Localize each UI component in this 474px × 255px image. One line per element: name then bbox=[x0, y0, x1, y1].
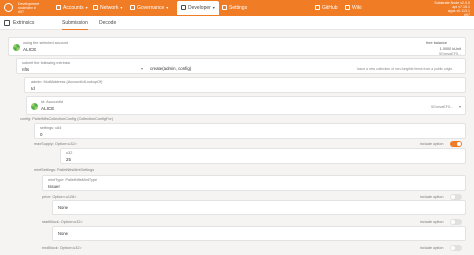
chevron-down-icon: ▾ bbox=[85, 5, 88, 10]
startblock-include-toggle[interactable] bbox=[450, 219, 462, 225]
startblock-label: startBlock: Option<u32> bbox=[42, 220, 83, 224]
nav-github[interactable]: GitHub bbox=[315, 0, 338, 16]
chain-logo-icon bbox=[4, 3, 13, 12]
tab-bar: Extrinsics Submission Decode bbox=[0, 16, 474, 30]
account-label: using the selected account bbox=[23, 41, 68, 45]
tab-decode[interactable]: Decode bbox=[99, 16, 116, 30]
admin-label: admin: MultiAddress (AccountIdLookupOf) bbox=[31, 80, 103, 84]
accountid-address: 5GrwvaEF5... bbox=[431, 105, 453, 109]
admin-param: admin: MultiAddress (AccountIdLookupOf) … bbox=[24, 77, 466, 93]
startblock-include-label: include option bbox=[420, 220, 444, 224]
price-value-row: None bbox=[52, 200, 466, 215]
accountid-name: ALICE bbox=[41, 106, 55, 111]
extrinsic-selector: submit the following extrinsic nfts ▾ cr… bbox=[16, 58, 466, 74]
nav-accounts[interactable]: Accounts ▾ bbox=[56, 0, 88, 16]
tab-submission[interactable]: Submission bbox=[62, 16, 88, 30]
account-selector[interactable]: using the selected account ALICE free ba… bbox=[8, 37, 466, 56]
nav-settings[interactable]: Settings bbox=[222, 0, 247, 16]
chevron-down-icon: ▾ bbox=[141, 66, 144, 71]
nav-wiki[interactable]: Wiki bbox=[345, 0, 361, 16]
chevron-down-icon: ▾ bbox=[166, 5, 169, 10]
minttype-param: mintType: PalletNftsMintType Issuer bbox=[42, 175, 466, 191]
endblock-label: endBlock: Option<u32> bbox=[42, 246, 82, 250]
minttype-label: mintType: PalletNftsMintType bbox=[48, 178, 98, 182]
u32-param: u32 25 bbox=[60, 148, 466, 164]
wiki-icon bbox=[345, 5, 350, 10]
free-balance-label: free balance bbox=[426, 41, 447, 45]
top-navigation-bar: Development node/dev # #97 Accounts ▾ Net… bbox=[0, 0, 474, 17]
tab-extrinsics[interactable]: Extrinsics bbox=[4, 16, 34, 30]
call-select[interactable]: create(admin, config) bbox=[150, 66, 191, 71]
settings-param: settings: u64 0 bbox=[34, 123, 466, 139]
u32-label: u32 bbox=[66, 151, 73, 155]
price-include-label: include option bbox=[420, 195, 444, 199]
account-avatar bbox=[12, 43, 21, 52]
admin-type-select[interactable]: Id bbox=[31, 86, 35, 91]
config-label: config: PalletNftsCollectionConfig (Coll… bbox=[20, 117, 114, 121]
nav-network[interactable]: Network ▾ bbox=[93, 0, 122, 16]
call-description: Issue a new collection of non-fungible i… bbox=[357, 67, 454, 71]
mintsettings-label: mintSettings: PalletNftsMintSettings bbox=[34, 168, 95, 172]
nav-governance[interactable]: Governance ▾ bbox=[130, 0, 168, 16]
settings-input[interactable]: 0 bbox=[40, 132, 42, 137]
chain-selector[interactable]: Development node/dev # #97 bbox=[2, 1, 54, 15]
u32-input[interactable]: 25 bbox=[66, 157, 71, 162]
developer-icon bbox=[181, 5, 186, 10]
free-balance-value: 1.0000 kUnit bbox=[439, 47, 461, 51]
maxsupply-include-label: include option bbox=[420, 142, 444, 146]
node-info: Substrate Node v2.0.0 api v7.15.1 apps v… bbox=[434, 1, 470, 17]
submit-label: submit the following extrinsic bbox=[22, 61, 71, 65]
admin-account-avatar bbox=[30, 102, 39, 111]
brand-line3: #97 bbox=[18, 10, 24, 14]
endblock-include-toggle[interactable] bbox=[450, 245, 462, 251]
endblock-include-label: include option bbox=[420, 246, 444, 250]
maxsupply-label: maxSupply: Option<u32> bbox=[34, 142, 77, 146]
price-label: price: Option<u128> bbox=[42, 195, 77, 199]
maxsupply-include-toggle[interactable] bbox=[450, 141, 462, 147]
chevron-down-icon: ▾ bbox=[212, 5, 215, 10]
nav-developer[interactable]: Developer ▾ bbox=[177, 1, 219, 15]
settings-label: settings: u64 bbox=[40, 126, 62, 130]
gear-icon bbox=[222, 5, 227, 10]
chevron-down-icon: ▾ bbox=[458, 104, 461, 109]
pallet-select[interactable]: nfts bbox=[22, 67, 29, 72]
extrinsics-icon bbox=[4, 20, 10, 26]
account-address: 5GrwvaEF5... bbox=[439, 52, 461, 56]
accounts-icon bbox=[56, 5, 61, 10]
chevron-down-icon: ▾ bbox=[120, 5, 123, 10]
admin-account-selector[interactable]: Id: AccountId ALICE 5GrwvaEF5... ▾ bbox=[26, 96, 466, 115]
price-none: None bbox=[58, 205, 69, 210]
account-name: ALICE bbox=[23, 47, 37, 52]
network-icon bbox=[93, 5, 98, 10]
minttype-select[interactable]: Issuer bbox=[48, 184, 60, 189]
startblock-value-row: None bbox=[52, 226, 466, 241]
accountid-label: Id: AccountId bbox=[41, 100, 63, 104]
github-icon bbox=[315, 5, 320, 10]
startblock-none: None bbox=[58, 231, 69, 236]
governance-icon bbox=[130, 5, 135, 10]
